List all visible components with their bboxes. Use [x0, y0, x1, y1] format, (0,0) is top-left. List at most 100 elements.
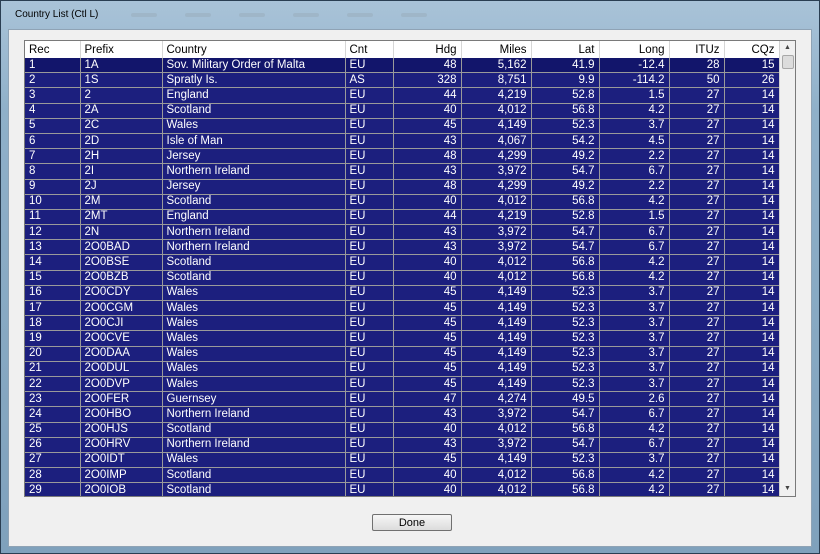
table-row[interactable]: 22 2O0DVP Wales EU 45 4,149 52.3 3.7 27 14 [25, 376, 780, 393]
cell-rec: 1 [25, 58, 81, 74]
cell-cqz: 14 [724, 87, 780, 104]
cell-country: Spratly Is. [162, 72, 346, 89]
table-row[interactable]: 19 2O0CVE Wales EU 45 4,149 52.3 3.7 27 14 [25, 330, 780, 347]
column-header-miles[interactable]: Miles [461, 41, 532, 58]
cell-cnt: EU [345, 270, 394, 286]
cell-country: Scotland [162, 482, 346, 496]
cell-country: Wales [162, 285, 346, 302]
cell-country: Wales [162, 361, 346, 377]
column-header-cqz[interactable]: CQz [724, 41, 780, 58]
cell-miles: 3,972 [461, 224, 532, 241]
cell-hdg: 40 [393, 422, 462, 438]
column-header-rec[interactable]: Rec [25, 41, 81, 58]
table-row[interactable]: 26 2O0HRV Northern Ireland EU 43 3,972 54.7 6.7… [25, 437, 780, 453]
table-row[interactable]: 25 2O0HJS Scotland EU 40 4,012 56.8 4.2 27 14 [25, 422, 780, 438]
cell-cqz: 14 [724, 179, 780, 195]
title-bar[interactable]: Country List (Ctl L) [1, 1, 819, 29]
cell-cqz: 14 [724, 254, 780, 271]
cell-cnt: EU [345, 437, 394, 453]
cell-long: 4.2 [599, 422, 670, 438]
cell-lat: 49.2 [531, 148, 600, 165]
cell-cnt: EU [345, 163, 394, 180]
table-row[interactable]: 6 2D Isle of Man EU 43 4,067 54.2 4.5 27 14 [25, 133, 780, 150]
cell-long: 4.5 [599, 133, 670, 150]
cell-country: Sov. Military Order of Malta [162, 58, 346, 74]
cell-rec: 10 [25, 194, 81, 210]
cell-hdg: 328 [393, 72, 462, 89]
table-row[interactable]: 10 2M Scotland EU 40 4,012 56.8 4.2 27 14 [25, 194, 780, 210]
table-row[interactable]: 5 2C Wales EU 45 4,149 52.3 3.7 27 14 [25, 118, 780, 134]
table-row[interactable]: 14 2O0BSE Scotland EU 40 4,012 56.8 4.2 27 14 [25, 254, 780, 271]
cell-country: Wales [162, 300, 346, 317]
table-row[interactable]: 24 2O0HBO Northern Ireland EU 43 3,972 54.7 6.7… [25, 406, 780, 423]
table-row[interactable]: 3 2 England EU 44 4,219 52.8 1.5 27 14 [25, 87, 780, 104]
table-row[interactable]: 12 2N Northern Ireland EU 43 3,972 54.7 6.7 27 14 [25, 224, 780, 241]
cell-ituz: 27 [669, 422, 725, 438]
cell-cqz: 14 [724, 437, 780, 453]
column-header-hdg[interactable]: Hdg [393, 41, 462, 58]
cell-hdg: 44 [393, 209, 462, 226]
cell-cqz: 14 [724, 452, 780, 469]
table-row[interactable]: 28 2O0IMP Scotland EU 40 4,012 56.8 4.2 27 14 [25, 467, 780, 484]
cell-hdg: 43 [393, 224, 462, 241]
table-row[interactable]: 20 2O0DAA Wales EU 45 4,149 52.3 3.7 27 14 [25, 346, 780, 362]
cell-lat: 56.8 [531, 103, 600, 119]
column-header-long[interactable]: Long [599, 41, 670, 58]
table-row[interactable]: 27 2O0IDT Wales EU 45 4,149 52.3 3.7 27 14 [25, 452, 780, 469]
table-row[interactable]: 1 1A Sov. Military Order of Malta EU 48 5,162… [25, 58, 780, 74]
cell-cnt: EU [345, 239, 394, 256]
column-header-ituz[interactable]: ITUz [669, 41, 725, 58]
table-row[interactable]: 18 2O0CJI Wales EU 45 4,149 52.3 3.7 27 14 [25, 315, 780, 332]
table-row[interactable]: 29 2O0IOB Scotland EU 40 4,012 56.8 4.2 27 14 [25, 482, 780, 496]
cell-ituz: 28 [669, 58, 725, 74]
cell-long: 4.2 [599, 254, 670, 271]
table-row[interactable]: 15 2O0BZB Scotland EU 40 4,012 56.8 4.2 27 14 [25, 270, 780, 286]
table-row[interactable]: 11 2MT England EU 44 4,219 52.8 1.5 27 14 [25, 209, 780, 226]
column-header-country[interactable]: Country [162, 41, 346, 58]
table-row[interactable]: 16 2O0CDY Wales EU 45 4,149 52.3 3.7 27 14 [25, 285, 780, 302]
table-row[interactable]: 4 2A Scotland EU 40 4,012 56.8 4.2 27 14 [25, 103, 780, 119]
cell-miles: 4,149 [461, 285, 532, 302]
cell-prefix: 2 [80, 87, 163, 104]
table-row[interactable]: 2 1S Spratly Is. AS 328 8,751 9.9 -114.2 50 26 [25, 72, 780, 89]
done-button[interactable]: Done [372, 514, 452, 531]
cell-miles: 4,012 [461, 422, 532, 438]
cell-ituz: 27 [669, 239, 725, 256]
cell-cnt: AS [345, 72, 394, 89]
cell-prefix: 2O0HJS [80, 422, 163, 438]
scroll-up-icon[interactable]: ▲ [781, 42, 794, 54]
table-row[interactable]: 23 2O0FER Guernsey EU 47 4,274 49.5 2.6 27 14 [25, 391, 780, 408]
scrollbar-thumb[interactable] [782, 55, 794, 69]
table-row[interactable]: 9 2J Jersey EU 48 4,299 49.2 2.2 27 14 [25, 179, 780, 195]
cell-prefix: 2I [80, 163, 163, 180]
cell-miles: 4,149 [461, 118, 532, 134]
cell-lat: 52.3 [531, 452, 600, 469]
scroll-down-icon[interactable]: ▼ [781, 483, 794, 495]
vertical-scrollbar[interactable]: ▲ ▼ [779, 41, 795, 496]
cell-miles: 4,219 [461, 87, 532, 104]
cell-miles: 4,012 [461, 270, 532, 286]
cell-hdg: 40 [393, 270, 462, 286]
cell-miles: 4,012 [461, 103, 532, 119]
cell-rec: 15 [25, 270, 81, 286]
table-row[interactable]: 17 2O0CGM Wales EU 45 4,149 52.3 3.7 27 14 [25, 300, 780, 317]
table-row[interactable]: 13 2O0BAD Northern Ireland EU 43 3,972 54.7 6.7… [25, 239, 780, 256]
column-header-prefix[interactable]: Prefix [80, 41, 163, 58]
column-header-lat[interactable]: Lat [531, 41, 600, 58]
cell-ituz: 27 [669, 346, 725, 362]
cell-cqz: 14 [724, 133, 780, 150]
cell-lat: 52.3 [531, 330, 600, 347]
cell-country: Wales [162, 330, 346, 347]
column-header-cnt[interactable]: Cnt [345, 41, 394, 58]
cell-country: Northern Ireland [162, 163, 346, 180]
cell-cqz: 14 [724, 300, 780, 317]
table-row[interactable]: 7 2H Jersey EU 48 4,299 49.2 2.2 27 14 [25, 148, 780, 165]
cell-miles: 4,067 [461, 133, 532, 150]
table-row[interactable]: 8 2I Northern Ireland EU 43 3,972 54.7 6.7 27 14 [25, 163, 780, 180]
cell-long: 3.7 [599, 118, 670, 134]
cell-cqz: 14 [724, 148, 780, 165]
cell-prefix: 2O0IDT [80, 452, 163, 469]
table-row[interactable]: 21 2O0DUL Wales EU 45 4,149 52.3 3.7 27 14 [25, 361, 780, 377]
cell-long: 3.7 [599, 346, 670, 362]
cell-prefix: 2H [80, 148, 163, 165]
